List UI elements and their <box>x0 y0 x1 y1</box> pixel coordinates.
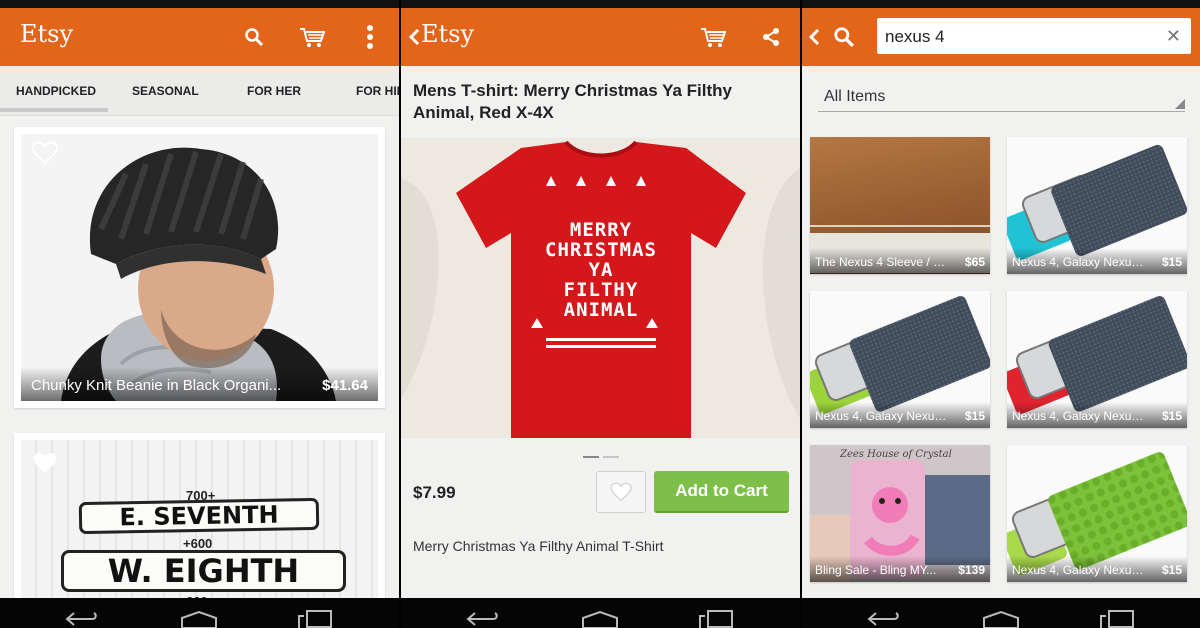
overflow-menu-icon[interactable] <box>354 21 386 53</box>
tab-handpicked[interactable]: HANDPICKED <box>16 84 96 98</box>
shop-watermark-text: Zees House of Crystal <box>840 449 952 460</box>
recents-nav-icon[interactable] <box>699 610 733 628</box>
favorite-heart-icon[interactable] <box>32 452 58 479</box>
tile-price: $15 <box>1161 409 1182 423</box>
tile-title: The Nexus 4 Sleeve / C... <box>815 255 950 269</box>
card-price: $41.64 <box>322 377 368 394</box>
tab-for-her[interactable]: FOR HER <box>247 84 301 98</box>
share-icon[interactable] <box>755 21 787 53</box>
listing-photo[interactable]: MERRY CHRISTMAS YA FILTHY ANIMAL <box>401 138 800 438</box>
tab-for-him[interactable]: FOR HIM <box>356 84 399 98</box>
result-tile[interactable]: Nexus 4, Galaxy Nexus... $15 <box>1007 291 1187 428</box>
favorite-heart-icon[interactable] <box>31 141 59 170</box>
system-nav-bar <box>802 598 1200 628</box>
status-bar <box>802 0 1200 8</box>
shirt-line: MERRY <box>569 219 633 241</box>
search-input[interactable]: nexus 4 ✕ <box>877 18 1191 54</box>
listing-title: Mens T-shirt: Merry Christmas Ya Filthy … <box>413 81 732 122</box>
home-nav-icon[interactable] <box>180 610 218 628</box>
card-title: Chunky Knit Beanie in Black Organi... <box>31 377 282 394</box>
street-signs-photo: 700+ E. SEVENTH +600 W. EIGHTH 600 <box>21 440 378 608</box>
action-bar: nexus 4 ✕ <box>802 8 1200 66</box>
back-chevron-icon[interactable] <box>408 28 420 46</box>
tile-price: $15 <box>1161 563 1182 577</box>
filter-selected-value: All Items <box>824 88 886 105</box>
heart-icon <box>610 482 632 502</box>
back-nav-icon[interactable] <box>866 610 902 626</box>
tile-title: Bling Sale - Bling MY... <box>815 563 937 577</box>
add-to-cart-button[interactable]: Add to Cart <box>654 471 789 513</box>
shirt-print-text: MERRY CHRISTMAS YA FILTHY ANIMAL <box>501 220 701 320</box>
search-icon[interactable] <box>828 21 860 53</box>
result-tile[interactable]: Nexus 4, Galaxy Nexus... $15 <box>1007 137 1187 274</box>
product-card[interactable]: Chunky Knit Beanie in Black Organi... $4… <box>14 127 385 408</box>
tile-price: $65 <box>964 255 985 269</box>
etsy-logo[interactable]: Etsy <box>20 20 73 48</box>
tile-title: Nexus 4, Galaxy Nexus... <box>1012 255 1147 269</box>
etsy-logo[interactable]: Etsy <box>421 20 474 48</box>
image-pager-dots <box>583 445 623 463</box>
selected-tab-indicator <box>0 108 108 112</box>
result-tile[interactable]: Nexus 4, Galaxy Nexus... $15 <box>810 291 990 428</box>
search-screen: nexus 4 ✕ All Items The Nexus 4 Sleeve /… <box>802 0 1200 628</box>
shirt-line: YA <box>588 259 614 281</box>
listing-price: $7.99 <box>413 483 456 502</box>
favorite-button[interactable] <box>596 471 646 513</box>
result-tile[interactable]: Nexus 4, Galaxy Nexus... $15 <box>1007 445 1187 582</box>
back-nav-icon[interactable] <box>64 610 100 626</box>
status-bar <box>401 0 800 8</box>
search-icon[interactable] <box>238 21 270 53</box>
cart-icon[interactable] <box>296 21 328 53</box>
shirt-line: CHRISTMAS <box>545 239 657 261</box>
beanie-photo <box>21 134 378 401</box>
action-bar: Etsy <box>401 8 800 66</box>
home-screen: Etsy HANDPICKED SEASONAL FOR HER FOR HIM <box>0 0 399 628</box>
home-nav-icon[interactable] <box>581 610 619 628</box>
product-card[interactable]: 700+ E. SEVENTH +600 W. EIGHTH 600 <box>14 433 385 608</box>
result-tile[interactable]: The Nexus 4 Sleeve / C... $65 <box>810 137 990 274</box>
shirt-line: ANIMAL <box>563 299 639 321</box>
recents-nav-icon[interactable] <box>298 610 332 628</box>
back-nav-icon[interactable] <box>465 610 501 626</box>
dropdown-arrow-icon <box>1175 99 1185 109</box>
tile-price: $15 <box>964 409 985 423</box>
tile-price: $139 <box>958 563 985 577</box>
tile-title: Nexus 4, Galaxy Nexus... <box>1012 409 1147 423</box>
recents-nav-icon[interactable] <box>1100 610 1134 628</box>
cart-icon[interactable] <box>697 21 729 53</box>
system-nav-bar <box>0 598 399 628</box>
home-nav-icon[interactable] <box>982 610 1020 628</box>
listing-screen: Etsy Mens T-shirt: Merry Christmas Ya Fi… <box>401 0 800 628</box>
listing-description: Merry Christmas Ya Filthy Animal T-Shirt <box>413 538 664 554</box>
status-bar <box>0 0 399 8</box>
filter-dropdown[interactable]: All Items <box>818 80 1185 112</box>
action-bar: Etsy <box>0 8 399 66</box>
tile-title: Nexus 4, Galaxy Nexus... <box>1012 563 1147 577</box>
clear-search-icon[interactable]: ✕ <box>1166 26 1181 47</box>
sign-number-mid: +600 <box>183 536 213 551</box>
sign-plate: E. SEVENTH <box>78 497 320 535</box>
pager-dot[interactable] <box>603 456 619 458</box>
sign-plate: W. EIGHTH <box>61 550 346 592</box>
tile-title: Nexus 4, Galaxy Nexus... <box>815 409 950 423</box>
pager-dot[interactable] <box>583 456 599 458</box>
tile-price: $15 <box>1161 255 1182 269</box>
back-chevron-icon[interactable] <box>808 28 820 46</box>
search-query: nexus 4 <box>885 27 945 46</box>
tab-seasonal[interactable]: SEASONAL <box>132 84 199 98</box>
result-tile[interactable]: Zees House of Crystal Bling Sale - Bling… <box>810 445 990 582</box>
system-nav-bar <box>401 598 800 628</box>
shirt-line: FILTHY <box>563 279 639 301</box>
